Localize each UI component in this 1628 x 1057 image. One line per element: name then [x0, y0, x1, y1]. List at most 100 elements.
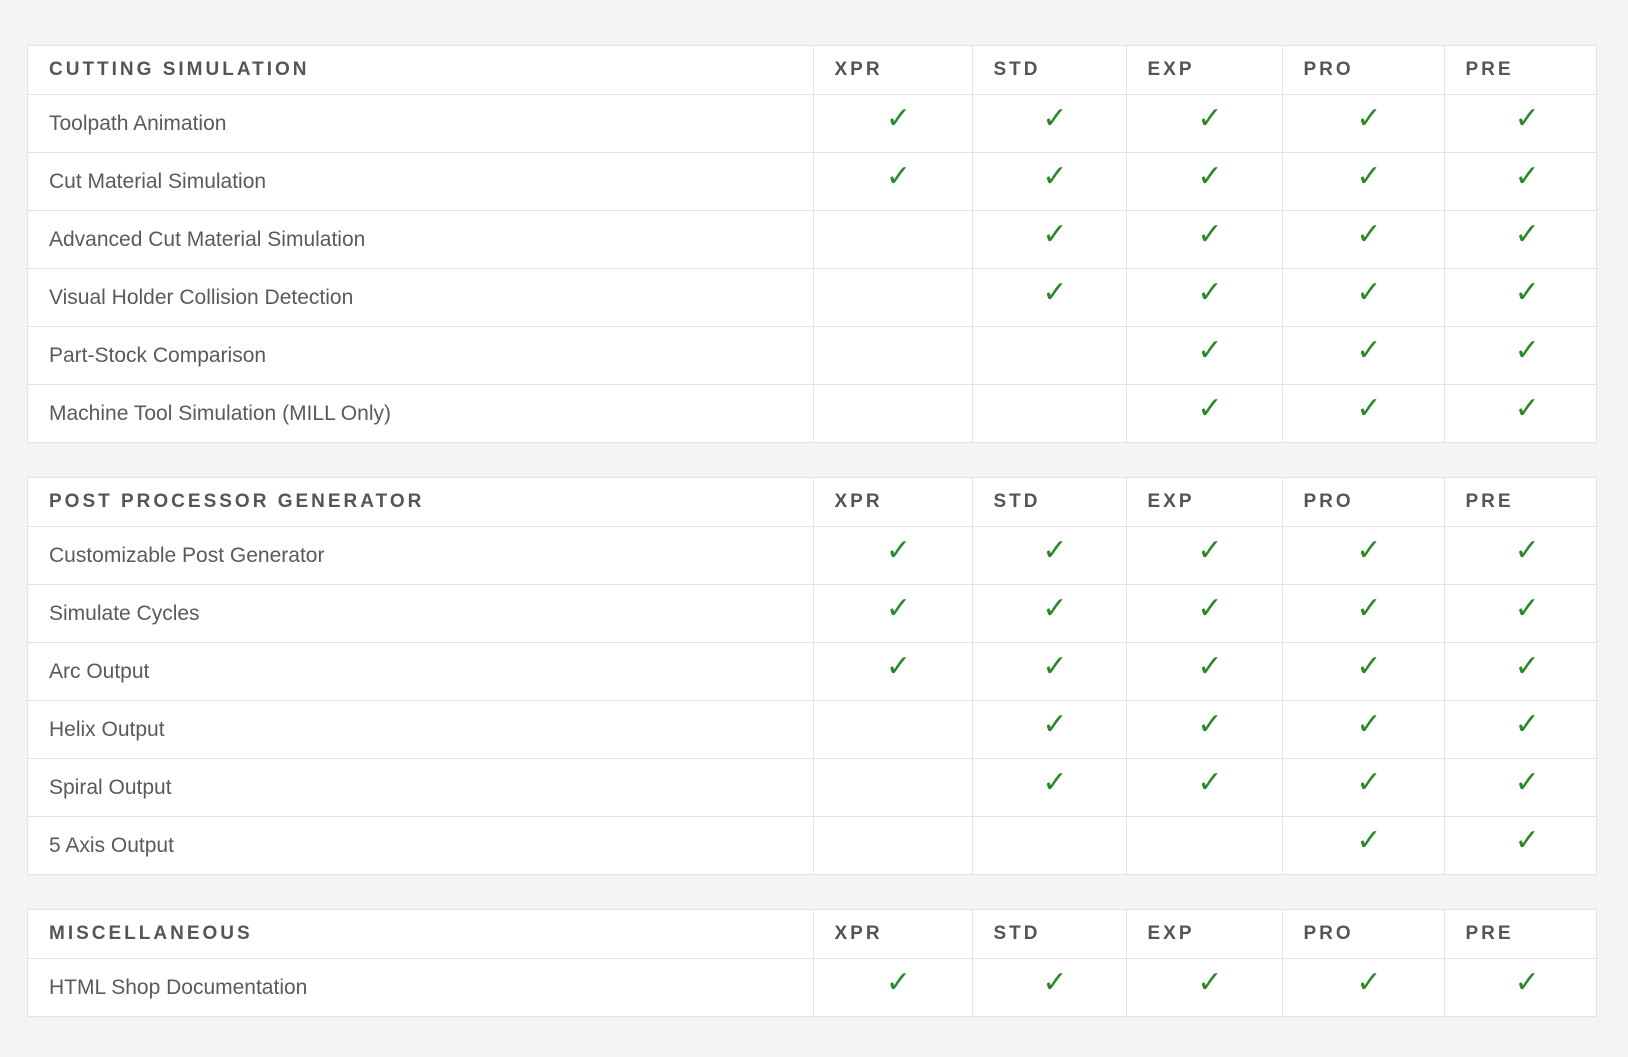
column-header-std: STD [971, 478, 1126, 527]
checkmark-icon: ✓ [1514, 823, 1540, 858]
checkmark-icon: ✓ [1356, 649, 1382, 684]
checkmark-icon: ✓ [1042, 965, 1068, 1000]
checkmark-icon: ✓ [1356, 965, 1382, 1000]
cell-std [971, 384, 1126, 442]
checkmark-icon: ✓ [1042, 275, 1068, 310]
checkmark-icon: ✓ [1042, 159, 1068, 194]
header-row: CUTTING SIMULATION XPR STD EXP PRO PRE [28, 46, 1598, 95]
checkmark-icon: ✓ [1356, 591, 1382, 626]
table-row: Arc Output ✓ ✓ ✓ ✓ ✓ [28, 642, 1598, 701]
table-row: Customizable Post Generator ✓ ✓ ✓ ✓ ✓ [28, 526, 1598, 585]
checkmark-icon: ✓ [1197, 707, 1223, 742]
cell-pre: ✓ [1443, 700, 1598, 759]
cell-std: ✓ [971, 94, 1126, 153]
cell-std: ✓ [971, 210, 1126, 269]
column-header-exp: EXP [1125, 478, 1282, 527]
checkmark-icon: ✓ [885, 101, 912, 136]
cell-pre: ✓ [1443, 816, 1598, 874]
cell-exp: ✓ [1125, 642, 1282, 701]
header-row: MISCELLANEOUS XPR STD EXP PRO PRE [28, 910, 1598, 959]
cell-std: ✓ [971, 958, 1126, 1016]
cell-exp: ✓ [1125, 94, 1282, 153]
table-row: Toolpath Animation ✓ ✓ ✓ ✓ ✓ [28, 94, 1598, 153]
cell-pro: ✓ [1281, 326, 1444, 385]
checkmark-icon: ✓ [1356, 765, 1382, 800]
cell-xpr [812, 326, 972, 385]
table-row: Helix Output ✓ ✓ ✓ ✓ [28, 700, 1598, 759]
checkmark-icon: ✓ [1197, 333, 1223, 368]
column-header-std: STD [971, 46, 1126, 95]
feature-label: Machine Tool Simulation (MILL Only) [49, 401, 391, 425]
feature-label: Part-Stock Comparison [28, 326, 813, 385]
checkmark-icon: ✓ [1042, 591, 1068, 626]
cell-xpr [812, 384, 972, 442]
checkmark-icon: ✓ [1514, 965, 1540, 1000]
cell-pro: ✓ [1281, 700, 1444, 759]
cell-pre: ✓ [1443, 526, 1598, 585]
feature-label: Toolpath Animation [28, 94, 813, 153]
table-row: Simulate Cycles ✓ ✓ ✓ ✓ ✓ [28, 584, 1598, 643]
cell-pro: ✓ [1281, 958, 1444, 1016]
column-header-xpr: XPR [812, 910, 972, 959]
checkmark-icon: ✓ [1356, 101, 1382, 136]
table-row: Cut Material Simulation ✓ ✓ ✓ ✓ ✓ [28, 152, 1598, 211]
cell-pre: ✓ [1443, 152, 1598, 211]
cell-xpr: ✓ [812, 94, 972, 153]
cell-xpr: ✓ [812, 152, 972, 211]
cell-std: ✓ [971, 584, 1126, 643]
table-row: Machine Tool Simulation (MILL Only) ✓ ✓ ✓ [28, 384, 1598, 442]
checkmark-icon: ✓ [1514, 101, 1540, 136]
checkmark-icon: ✓ [1356, 275, 1382, 310]
cell-exp: ✓ [1125, 700, 1282, 759]
cell-exp [1125, 816, 1282, 874]
checkmark-icon: ✓ [1197, 649, 1223, 684]
checkmark-icon: ✓ [1356, 533, 1382, 568]
checkmark-icon: ✓ [1514, 649, 1540, 684]
cell-pre: ✓ [1443, 642, 1598, 701]
cell-pro: ✓ [1281, 526, 1444, 585]
checkmark-icon: ✓ [1514, 533, 1540, 568]
column-header-pre: PRE [1443, 46, 1598, 95]
feature-table: MISCELLANEOUS XPR STD EXP PRO PRE HTML Shop Do… [28, 910, 1598, 1016]
column-header-pre: PRE [1443, 910, 1598, 959]
column-header-exp: EXP [1125, 46, 1282, 95]
feature-label: HTML Shop Documentation [49, 975, 308, 999]
cell-exp: ✓ [1125, 758, 1282, 817]
cell-xpr [812, 700, 972, 759]
cell-pro: ✓ [1281, 642, 1444, 701]
cell-xpr: ✓ [812, 642, 972, 701]
cell-xpr: ✓ [812, 958, 972, 1016]
feature-label: Customizable Post Generator [28, 526, 813, 585]
cell-pro: ✓ [1281, 94, 1444, 153]
cell-pre: ✓ [1443, 94, 1598, 153]
checkmark-icon: ✓ [1356, 159, 1382, 194]
cell-exp: ✓ [1125, 326, 1282, 385]
checkmark-icon: ✓ [885, 965, 912, 1000]
checkmark-icon: ✓ [1514, 391, 1540, 426]
checkmark-icon: ✓ [1514, 217, 1540, 252]
checkmark-icon: ✓ [1042, 101, 1068, 136]
feature-table: CUTTING SIMULATION XPR STD EXP PRO PRE Toolpat… [28, 46, 1598, 442]
column-header-pro: PRO [1281, 46, 1444, 95]
checkmark-icon: ✓ [1356, 217, 1382, 252]
checkmark-icon: ✓ [885, 159, 912, 194]
cell-pro: ✓ [1281, 584, 1444, 643]
header-row: POST PROCESSOR GENERATOR XPR STD EXP PRO PRE [28, 478, 1598, 527]
cell-pro: ✓ [1281, 268, 1444, 327]
cell-std: ✓ [971, 152, 1126, 211]
feature-label: Arc Output [28, 642, 813, 701]
section-title: POST PROCESSOR GENERATOR [28, 478, 813, 527]
checkmark-icon: ✓ [1356, 823, 1382, 858]
checkmark-icon: ✓ [1197, 217, 1223, 252]
cell-pre: ✓ [1443, 268, 1598, 327]
cell-std [971, 326, 1126, 385]
checkmark-icon: ✓ [1356, 707, 1382, 742]
checkmark-icon: ✓ [1042, 217, 1068, 252]
column-header-std: STD [971, 910, 1126, 959]
section-cutting-simulation: CUTTING SIMULATION XPR STD EXP PRO PRE Toolpat… [27, 45, 1598, 443]
cell-pro: ✓ [1281, 816, 1444, 874]
cell-exp: ✓ [1125, 384, 1282, 442]
feature-label: Cut Material Simulation [28, 152, 813, 211]
checkmark-icon: ✓ [1356, 391, 1382, 426]
checkmark-icon: ✓ [1197, 159, 1223, 194]
